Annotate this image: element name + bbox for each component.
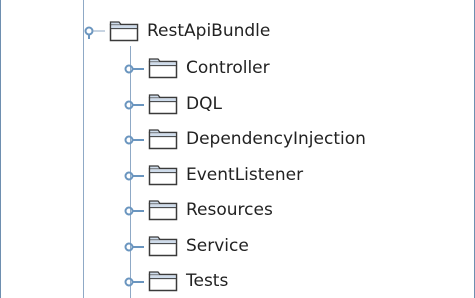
expand-handle-icon[interactable] — [122, 61, 144, 75]
expand-handle-icon[interactable] — [122, 132, 144, 146]
tree-node-label: Service — [186, 235, 249, 256]
collapse-handle-icon[interactable] — [83, 24, 105, 39]
expand-handle-icon[interactable] — [122, 274, 144, 288]
tree-guide-line-root — [83, 0, 84, 298]
tree-node-label: RestApiBundle — [147, 21, 271, 41]
tree-node-controller[interactable]: Controller — [122, 55, 270, 81]
folder-icon — [148, 235, 178, 257]
tree-node-label: DependencyInjection — [186, 129, 366, 149]
folder-icon — [148, 93, 178, 115]
folder-icon — [148, 128, 178, 150]
tree-node-label: DQL — [186, 93, 222, 114]
folder-icon — [148, 270, 178, 292]
tree-node-service[interactable]: Service — [122, 233, 249, 259]
tree-node-eventlistener[interactable]: EventListener — [122, 162, 303, 188]
tree-node-resources[interactable]: Resources — [122, 197, 273, 223]
tree-node-label: EventListener — [186, 164, 304, 185]
tree-node-label: Controller — [186, 58, 270, 78]
tree-node-label: Resources — [186, 200, 273, 220]
tree-node-dql[interactable]: DQL — [122, 91, 222, 117]
expand-handle-icon[interactable] — [122, 97, 144, 111]
folder-icon — [148, 164, 178, 186]
tree-node-dependencyinjection[interactable]: DependencyInjection — [122, 126, 366, 152]
tree-node-restapibundle[interactable]: RestApiBundle — [83, 18, 270, 44]
expand-handle-icon[interactable] — [122, 168, 144, 182]
folder-icon — [148, 199, 178, 221]
tree-node-label: Tests — [186, 271, 229, 291]
expand-handle-icon[interactable] — [122, 239, 144, 253]
folder-icon — [109, 20, 139, 42]
folder-icon — [148, 57, 178, 79]
tree-node-tests[interactable]: Tests — [122, 268, 228, 294]
expand-handle-icon[interactable] — [122, 203, 144, 217]
project-tree-panel: RestApiBundle Controller DQL DependencyInj… — [0, 0, 475, 298]
